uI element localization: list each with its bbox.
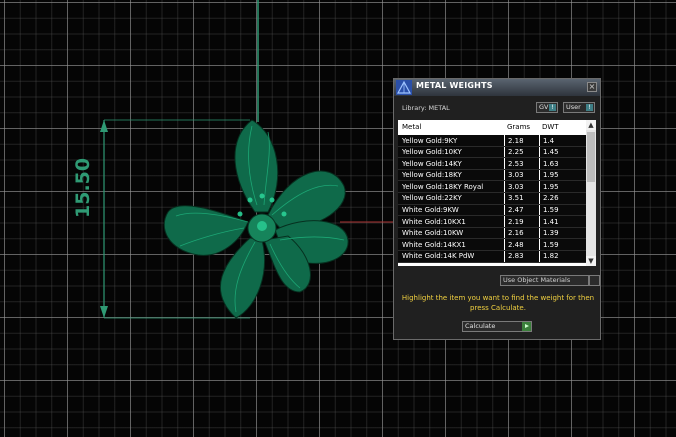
scroll-up-icon[interactable]: ▲ [586, 120, 596, 130]
metal-cell: Yellow Gold:22KY [402, 194, 462, 203]
grams-cell: 2.48 [508, 240, 524, 249]
metal-cell: Yellow Gold:9KY [402, 136, 458, 145]
panel-titlebar[interactable]: METAL WEIGHTS × [394, 79, 600, 96]
table-row[interactable]: White Gold:14KX1 2.48 1.59 [398, 239, 586, 251]
scroll-down-icon[interactable]: ▼ [586, 256, 596, 266]
dwt-cell: 1.59 [543, 240, 559, 249]
user-label: User [566, 103, 581, 111]
use-object-materials-checkbox[interactable] [589, 275, 600, 286]
table-row[interactable]: Yellow Gold:18KY Royal 3.03 1.95 [398, 181, 586, 193]
metal-cell: Yellow Gold:14KY [402, 159, 462, 168]
panel-title: METAL WEIGHTS [416, 81, 493, 90]
instruction-text: Highlight the item you want to find the … [401, 294, 595, 312]
grams-cell: 2.25 [508, 148, 524, 157]
dwt-cell: 1.39 [543, 229, 559, 238]
table-row[interactable]: Yellow Gold:9KY 2.18 1.4 [398, 135, 586, 147]
user-indicator-icon: ! [586, 104, 593, 111]
table-rows: Yellow Gold:9KY 2.18 1.4 Yellow Gold:10KY 2.… [398, 135, 586, 263]
grams-cell: 3.03 [508, 182, 524, 191]
table-row[interactable]: Yellow Gold:10KY 2.25 1.45 [398, 146, 586, 159]
dwt-cell: 1.95 [543, 171, 559, 180]
metal-cell: Yellow Gold:10KY [402, 148, 462, 157]
flower-model[interactable] [163, 119, 349, 319]
gv-label: GV [539, 103, 549, 111]
dwt-cell: 1.59 [543, 206, 559, 215]
metal-cell: Yellow Gold:18KY Royal [402, 182, 484, 191]
col-header-metal[interactable]: Metal [402, 123, 421, 131]
calculate-label: Calculate [465, 322, 496, 330]
table-scrollbar[interactable]: ▲ ▼ [586, 120, 596, 266]
gv-indicator-icon: ! [549, 104, 556, 111]
metal-weights-panel: METAL WEIGHTS × Library: METAL GV ! User… [393, 78, 601, 340]
use-object-materials-toggle[interactable]: Use Object Materials [500, 275, 600, 286]
user-toggle[interactable]: User ! [563, 102, 595, 113]
metal-cell: White Gold:14K PdW [402, 252, 475, 261]
metal-cell: White Gold:14KX1 [402, 240, 466, 249]
grams-cell: 2.83 [508, 252, 524, 261]
calculate-button[interactable]: Calculate [462, 321, 532, 332]
metal-cell: White Gold:10KW [402, 229, 464, 238]
table-row[interactable]: Yellow Gold:22KY 3.51 2.26 [398, 192, 586, 205]
grams-cell: 2.18 [508, 136, 524, 145]
metal-cell: White Gold:9KW [402, 206, 459, 215]
table-header: Metal Grams DWT [398, 120, 586, 134]
dwt-cell: 1.41 [543, 217, 559, 226]
library-label: Library: METAL [402, 104, 450, 112]
col-header-grams[interactable]: Grams [507, 123, 530, 131]
grams-cell: 2.16 [508, 229, 524, 238]
table-row[interactable]: White Gold:10KX1 2.19 1.41 [398, 216, 586, 228]
dwt-cell: 1.82 [543, 252, 559, 261]
dwt-cell: 1.95 [543, 182, 559, 191]
grams-cell: 2.47 [508, 206, 524, 215]
dwt-cell: 1.63 [543, 159, 559, 168]
metal-cell: White Gold:10KX1 [402, 217, 466, 226]
height-dimension-label: 15.50 [72, 157, 94, 218]
table-row[interactable]: Yellow Gold:18KY 3.03 1.95 [398, 169, 586, 182]
dwt-cell: 1.45 [543, 148, 559, 157]
col-header-dwt[interactable]: DWT [542, 123, 559, 131]
use-object-materials-label: Use Object Materials [503, 276, 571, 284]
metal-cell: Yellow Gold:18KY [402, 171, 462, 180]
dwt-cell: 2.26 [543, 194, 559, 203]
table-row[interactable]: White Gold:9KW 2.47 1.59 [398, 204, 586, 217]
scroll-thumb[interactable] [587, 132, 595, 182]
grams-cell: 2.53 [508, 159, 524, 168]
metal-table[interactable]: Metal Grams DWT Yellow Gold:9KY 2.18 1.4 Ye… [398, 120, 596, 266]
close-button[interactable]: × [587, 82, 597, 92]
gv-toggle[interactable]: GV ! [536, 102, 558, 113]
grams-cell: 3.51 [508, 194, 524, 203]
table-row[interactable]: White Gold:10KW 2.16 1.39 [398, 227, 586, 240]
dwt-cell: 1.4 [543, 136, 555, 145]
table-row[interactable]: White Gold:14K PdW 2.83 1.82 [398, 250, 586, 263]
grams-cell: 3.03 [508, 171, 524, 180]
grams-cell: 2.19 [508, 217, 524, 226]
play-icon [522, 322, 531, 331]
app-logo-icon [396, 80, 412, 95]
table-row[interactable]: Yellow Gold:14KY 2.53 1.63 [398, 158, 586, 170]
